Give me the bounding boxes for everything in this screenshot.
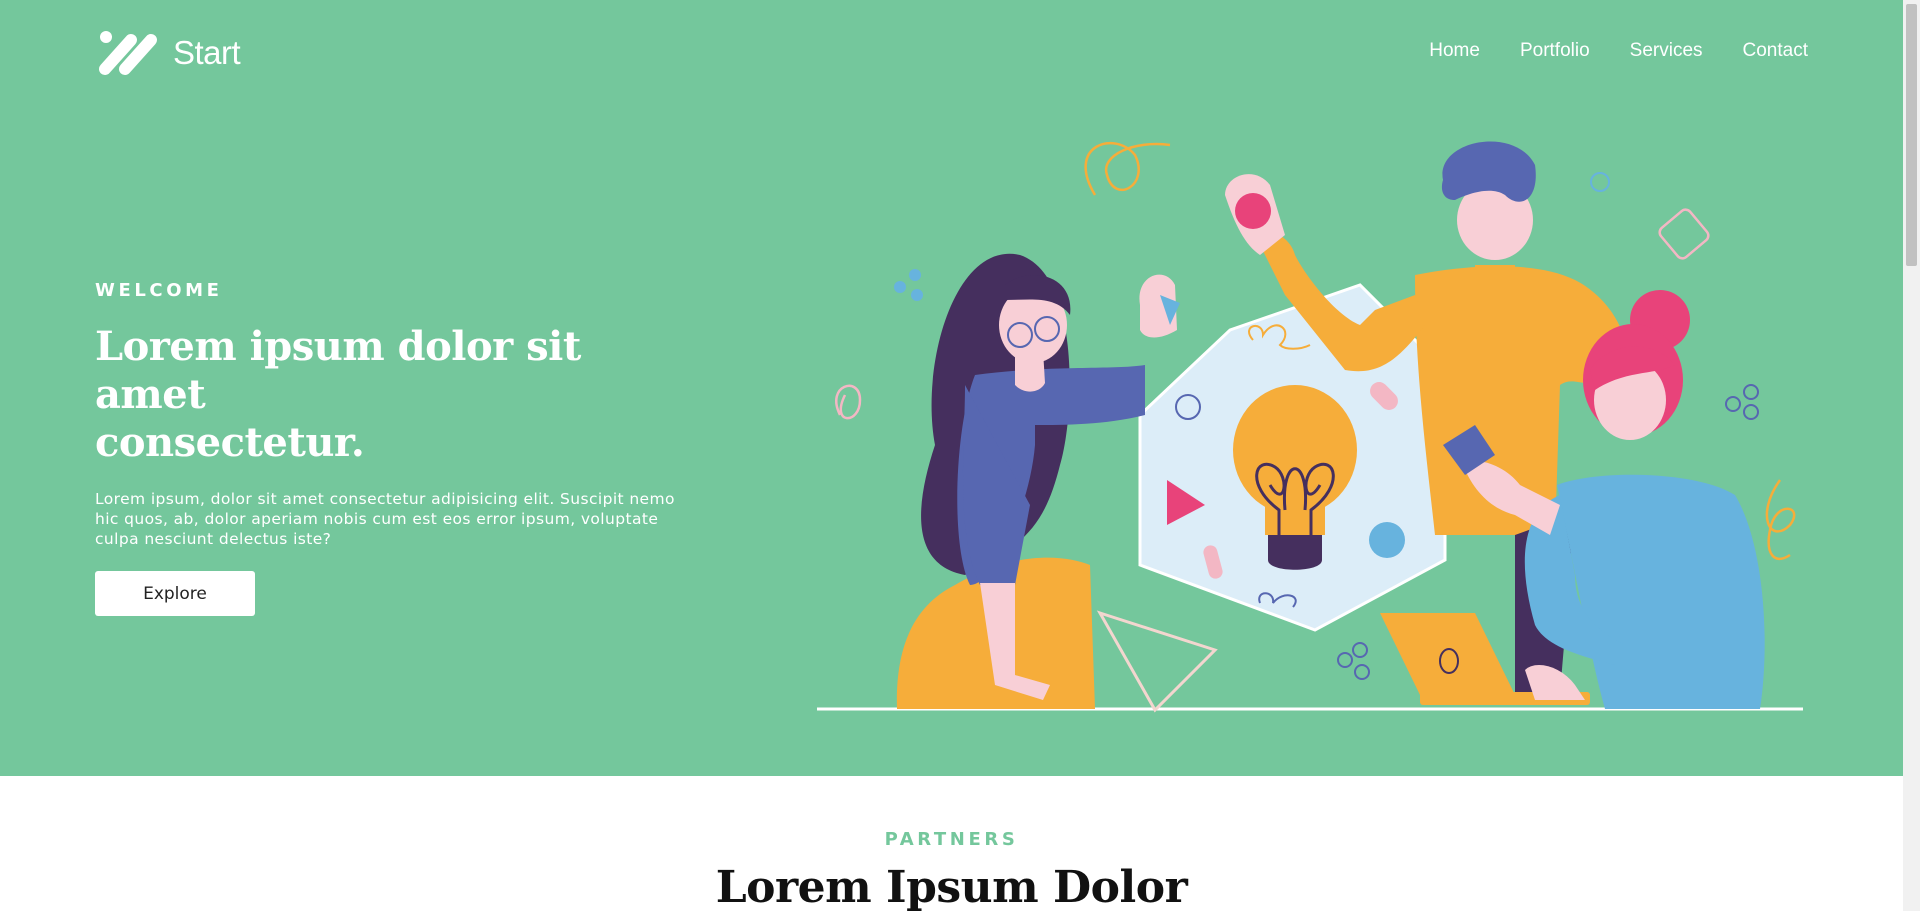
top-nav: Start Home Portfolio Services Contact <box>95 28 1808 78</box>
hero-headline: Lorem ipsum dolor sit amet consectetur. <box>95 323 695 467</box>
nav-services-link[interactable]: Services <box>1630 40 1703 62</box>
nav-contact-link[interactable]: Contact <box>1743 40 1808 62</box>
main-menu: Home Portfolio Services Contact <box>1429 40 1808 62</box>
brand-name: Start <box>173 34 241 71</box>
logo-mark-icon <box>99 31 157 75</box>
partners-section: PARTNERS Lorem Ipsum Dolor <box>0 776 1903 911</box>
hero-section: Start Home Portfolio Services Contact WE… <box>0 0 1903 776</box>
nav-home-link[interactable]: Home <box>1429 40 1480 62</box>
partners-title: Lorem Ipsum Dolor <box>715 862 1188 911</box>
hero-headline-line-2: consectetur. <box>95 419 365 466</box>
nav-portfolio-link[interactable]: Portfolio <box>1520 40 1590 62</box>
hero-eyebrow: WELCOME <box>95 280 223 301</box>
hero-lede: Lorem ipsum, dolor sit amet consectetur … <box>95 490 675 548</box>
logo[interactable]: Start <box>95 28 241 78</box>
partners-eyebrow: PARTNERS <box>884 829 1019 850</box>
explore-button[interactable]: Explore <box>95 571 255 616</box>
hero-copy: WELCOME Lorem ipsum dolor sit amet conse… <box>95 280 695 616</box>
team-ideas-illustration <box>817 141 1803 713</box>
hero-headline-line-1: Lorem ipsum dolor sit amet <box>95 323 581 418</box>
scrollbar-thumb[interactable] <box>1906 4 1917 266</box>
